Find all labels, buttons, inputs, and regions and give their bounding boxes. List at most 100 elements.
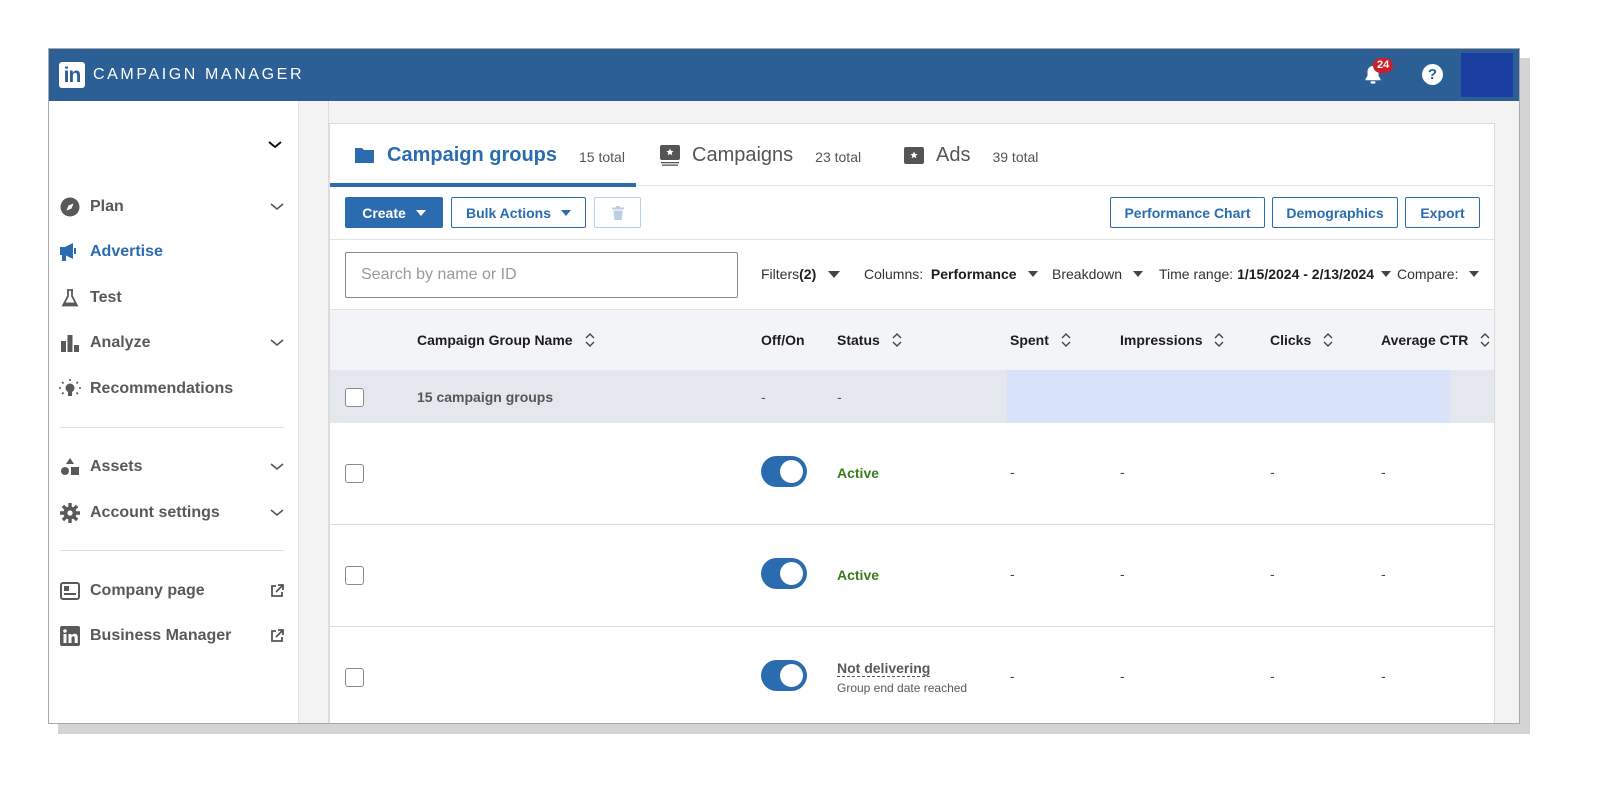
trash-icon <box>611 205 624 220</box>
column-header-average-ctr[interactable]: Average CTR <box>1381 332 1490 348</box>
flask-icon <box>59 287 81 309</box>
impressions-value: - <box>1120 668 1125 684</box>
tab-label: Ads <box>936 143 971 166</box>
impressions-value: - <box>1120 464 1125 480</box>
bulk-actions-label: Bulk Actions <box>465 204 552 221</box>
filters-label: Filters <box>761 266 800 282</box>
table-row: Active - - - - <box>330 525 1494 627</box>
column-header-name[interactable]: Campaign Group Name <box>417 332 595 348</box>
performance-chart-button[interactable]: Performance Chart <box>1110 197 1265 228</box>
column-header-label: Average CTR <box>1381 332 1469 348</box>
ctr-value: - <box>1381 464 1386 480</box>
linkedin-icon <box>59 625 81 647</box>
help-icon[interactable]: ? <box>1422 64 1443 85</box>
status-label: Active <box>837 465 880 481</box>
row-checkbox[interactable] <box>345 566 364 585</box>
sidebar-item-label: Advertise <box>90 243 163 260</box>
filters-count: (2) <box>799 266 817 282</box>
create-button-label: Create <box>362 204 406 221</box>
row-checkbox[interactable] <box>345 464 364 483</box>
columns-label: Columns: <box>864 266 924 282</box>
app-title: CAMPAIGN MANAGER <box>93 66 305 83</box>
sidebar-item-company-page[interactable]: Company page <box>59 576 285 606</box>
time-range-dropdown[interactable]: Time range: 1/15/2024 - 2/13/2024 <box>1159 266 1392 282</box>
sidebar-item-recommendations[interactable]: Recommendations <box>59 374 285 404</box>
delete-button[interactable] <box>594 197 641 228</box>
row-checkbox[interactable] <box>345 668 364 687</box>
external-link-icon[interactable] <box>269 628 285 644</box>
clicks-value: - <box>1270 566 1275 582</box>
select-all-checkbox[interactable] <box>345 388 364 407</box>
bulk-actions-button[interactable]: Bulk Actions <box>451 197 586 228</box>
sidebar-item-assets[interactable]: Assets <box>59 452 285 482</box>
chevron-down-icon[interactable] <box>269 335 285 351</box>
ad-icon <box>904 146 924 164</box>
compare-dropdown[interactable]: Compare: <box>1397 266 1480 282</box>
search-input[interactable] <box>345 252 738 298</box>
compass-icon <box>59 196 81 218</box>
account-avatar[interactable] <box>1461 53 1513 97</box>
bar-chart-icon <box>59 332 81 354</box>
demographics-button[interactable]: Demographics <box>1272 197 1398 228</box>
column-header-label: Spent <box>1010 332 1049 348</box>
chevron-down-icon[interactable] <box>269 459 285 475</box>
filters-dropdown[interactable]: Filters (2) <box>761 266 841 282</box>
metrics-highlight <box>1007 370 1450 423</box>
account-selector-chevron-down-icon[interactable] <box>267 137 283 153</box>
caret-down-icon <box>828 270 841 278</box>
status-label[interactable]: Not delivering <box>837 660 931 677</box>
status-detail: Group end date reached <box>837 681 968 695</box>
column-header-impressions[interactable]: Impressions <box>1120 332 1224 348</box>
linkedin-logo-icon[interactable]: in <box>59 62 85 88</box>
column-header-spent[interactable]: Spent <box>1010 332 1071 348</box>
columns-value: Performance <box>930 266 1017 282</box>
on-off-toggle[interactable] <box>761 660 807 691</box>
filter-bar: Filters(2) Columns: Performance Breakdow… <box>330 239 1494 309</box>
sidebar-item-analyze[interactable]: Analyze <box>59 328 285 358</box>
sidebar: Plan Advertise Test Analyze Recommendati… <box>49 101 299 723</box>
column-header-status[interactable]: Status <box>837 332 902 348</box>
on-off-toggle[interactable] <box>761 456 807 487</box>
folder-icon <box>355 148 374 163</box>
sidebar-item-account-settings[interactable]: Account settings <box>59 498 285 528</box>
column-header-clicks[interactable]: Clicks <box>1270 332 1333 348</box>
ctr-value: - <box>1381 668 1386 684</box>
company-page-icon <box>59 580 81 602</box>
sort-icon[interactable] <box>1480 333 1490 347</box>
sidebar-item-business-manager[interactable]: Business Manager <box>59 621 285 651</box>
spent-value: - <box>1010 668 1015 684</box>
create-button[interactable]: Create <box>345 197 443 228</box>
notification-badge: 24 <box>1373 58 1394 73</box>
sidebar-item-advertise[interactable]: Advertise <box>59 237 285 267</box>
table-row: Not delivering Group end date reached - … <box>330 627 1494 723</box>
sort-icon[interactable] <box>1061 333 1071 347</box>
sidebar-item-label: Account settings <box>90 504 220 521</box>
top-bar: in CAMPAIGN MANAGER 24 ? <box>49 49 1519 101</box>
time-range-value: 1/15/2024 - 2/13/2024 <box>1237 266 1375 282</box>
chevron-down-icon[interactable] <box>269 199 285 215</box>
sidebar-scroll-gutter <box>299 101 329 723</box>
chevron-down-icon[interactable] <box>269 505 285 521</box>
sidebar-item-plan[interactable]: Plan <box>59 192 285 222</box>
summary-name: 15 campaign groups <box>417 389 554 405</box>
sidebar-item-test[interactable]: Test <box>59 283 285 313</box>
sort-icon[interactable] <box>1323 333 1333 347</box>
tab-campaign-groups[interactable]: Campaign groups 15 total <box>330 124 636 187</box>
tab-label: Campaigns <box>692 143 794 166</box>
sort-icon[interactable] <box>892 333 902 347</box>
external-link-icon[interactable] <box>269 583 285 599</box>
caret-down-icon <box>415 209 426 216</box>
app-window: in CAMPAIGN MANAGER 24 ? Plan Advertise <box>48 48 1520 724</box>
sort-icon[interactable] <box>1214 333 1224 347</box>
summary-offon: - <box>761 389 766 405</box>
sort-icon[interactable] <box>585 333 595 347</box>
tab-ads[interactable]: Ads 39 total <box>904 124 1038 186</box>
breakdown-dropdown[interactable]: Breakdown <box>1052 266 1144 282</box>
on-off-toggle[interactable] <box>761 558 807 589</box>
lightbulb-icon <box>59 378 81 400</box>
tab-campaigns[interactable]: Campaigns 23 total <box>660 124 861 186</box>
sidebar-item-label: Test <box>90 289 122 306</box>
sidebar-divider <box>60 550 284 551</box>
export-button[interactable]: Export <box>1405 197 1480 228</box>
columns-dropdown[interactable]: Columns: Performance <box>864 266 1038 282</box>
